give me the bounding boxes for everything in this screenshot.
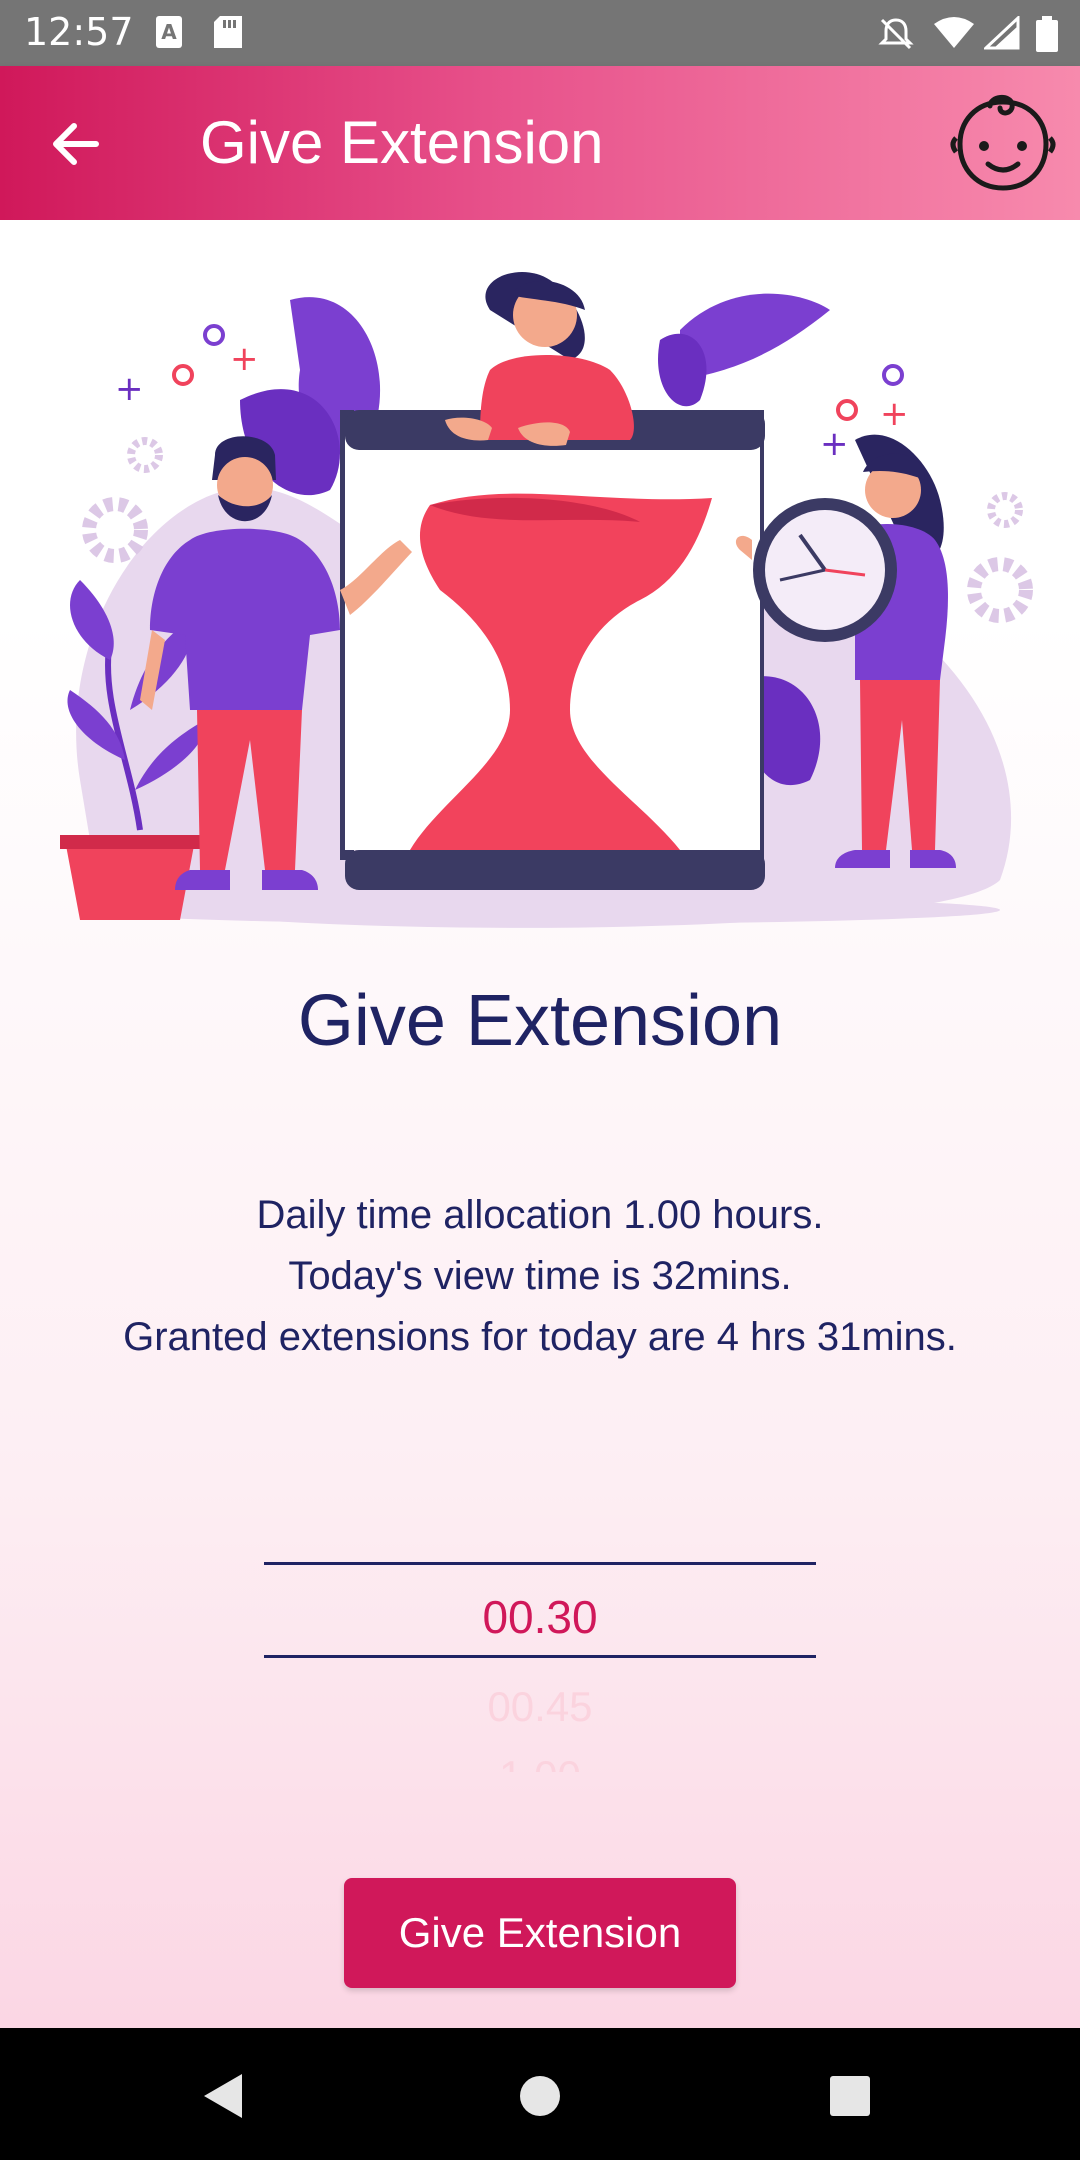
svg-text:+: +	[230, 339, 259, 379]
picker-after-next-value[interactable]: 1.00	[0, 1752, 1080, 1772]
app-bar: Give Extension	[0, 66, 1080, 220]
signal-icon	[984, 16, 1020, 50]
picker-next-value[interactable]: 00.45	[0, 1683, 1080, 1731]
hourglass-family-illustration: + + + +	[60, 271, 1033, 928]
svg-text:+: +	[115, 369, 144, 409]
nav-back-icon[interactable]	[200, 2072, 246, 2120]
give-extension-button[interactable]: Give Extension	[344, 1878, 736, 1988]
allocation-info: Daily time allocation 1.00 hours. Today'…	[0, 1185, 1080, 1368]
baby-face-icon[interactable]	[950, 92, 1056, 196]
sd-card-icon	[214, 16, 242, 48]
notification-a-icon: A	[156, 16, 182, 48]
svg-text:+: +	[820, 424, 849, 464]
battery-icon	[1036, 16, 1058, 52]
svg-text:A: A	[161, 20, 177, 44]
svg-text:+: +	[880, 394, 909, 434]
info-line-view-time: Today's view time is 32mins.	[288, 1254, 792, 1298]
status-bar: 12:57 A	[0, 0, 1080, 66]
status-time: 12:57	[24, 10, 134, 54]
picker-bottom-divider	[264, 1655, 816, 1658]
info-line-daily-allocation: Daily time allocation 1.00 hours.	[256, 1193, 824, 1237]
back-arrow-icon[interactable]	[46, 114, 106, 174]
info-line-granted-extensions: Granted extensions for today are 4 hrs 3…	[123, 1315, 957, 1359]
picker-faded-clip: 1.00	[0, 1748, 1080, 1772]
navigation-bar	[0, 2028, 1080, 2160]
main-heading: Give Extension	[297, 981, 783, 1061]
picker-selected-value[interactable]: 00.30	[0, 1590, 1080, 1644]
wifi-icon	[934, 17, 974, 48]
app-bar-title: Give Extension	[200, 109, 604, 176]
picker-top-divider	[264, 1562, 816, 1565]
notifications-off-icon	[878, 18, 914, 50]
nav-recents-icon[interactable]	[828, 2074, 872, 2118]
nav-home-icon[interactable]	[518, 2074, 562, 2118]
